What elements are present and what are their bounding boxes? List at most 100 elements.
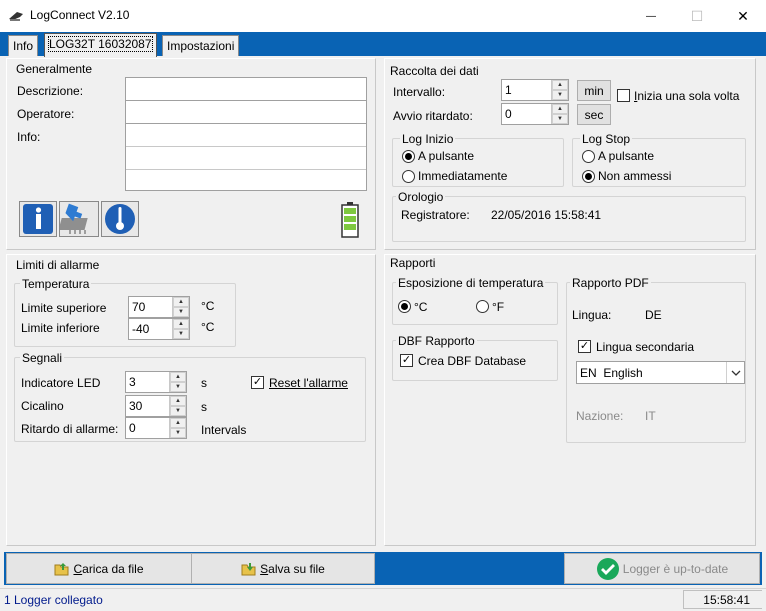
tab-bar: Info LOG32T 16032087 Impostazioni	[0, 32, 766, 57]
status-bar: 1 Logger collegato 15:58:41	[0, 588, 766, 611]
spin-down-icon[interactable]: ▼	[170, 406, 186, 416]
alarm-delay-label: Ritardo di allarme:	[21, 422, 119, 436]
log-start-immediate-radio[interactable]	[402, 170, 415, 183]
spin-up-icon[interactable]: ▲	[173, 319, 189, 329]
buzzer-stepper[interactable]: 30 ▲ ▼	[125, 395, 187, 417]
description-input[interactable]	[125, 77, 367, 101]
alarms-title: Limiti di allarme	[16, 258, 100, 272]
fahrenheit-radio[interactable]	[476, 300, 489, 313]
load-file-text: arica da file	[82, 561, 144, 576]
log-stop-title: Log Stop	[580, 132, 633, 146]
upper-limit-stepper[interactable]: 70 ▲ ▼	[128, 296, 190, 318]
tab-settings[interactable]: Impostazioni	[162, 35, 240, 56]
spin-down-icon[interactable]: ▼	[170, 382, 186, 392]
delay-stepper[interactable]: 0 ▲ ▼	[501, 103, 569, 125]
chip-download-icon	[58, 203, 88, 234]
interval-label: Intervallo:	[393, 85, 446, 99]
spin-up-icon[interactable]: ▲	[170, 418, 186, 428]
spin-down-icon[interactable]: ▼	[552, 90, 568, 100]
single-start-checkbox[interactable]	[617, 89, 630, 102]
minimize-icon: —	[646, 10, 656, 22]
dbf-title: DBF Rapporto	[396, 334, 477, 348]
log-stop-not-allowed-radio[interactable]	[582, 170, 595, 183]
temperature-group	[14, 283, 236, 347]
folder-open-icon	[54, 562, 69, 575]
chevron-down-icon[interactable]	[726, 362, 744, 383]
country-value: IT	[645, 409, 656, 423]
log-start-button-radio[interactable]	[402, 150, 415, 163]
save-file-button[interactable]: Salva su file	[191, 553, 375, 584]
interval-unit-button[interactable]: min	[577, 80, 611, 101]
logger-status-label: Logger è up-to-date	[622, 561, 729, 576]
interval-stepper[interactable]: 1 ▲ ▼	[501, 79, 569, 101]
upper-limit-label: Limite superiore	[21, 301, 107, 315]
info-button[interactable]	[19, 201, 57, 237]
spin-down-icon[interactable]: ▼	[170, 428, 186, 438]
load-file-button[interactable]: Carica da file	[6, 553, 192, 584]
clock-title: Orologio	[396, 190, 446, 204]
thermometer-button[interactable]	[101, 201, 139, 237]
reports-title: Rapporti	[390, 256, 436, 270]
log-start-title: Log Inizio	[400, 132, 456, 146]
signals-title: Segnali	[20, 351, 65, 365]
operator-input[interactable]	[125, 100, 367, 124]
buzzer-unit: s	[201, 400, 207, 414]
info-label: Info:	[17, 130, 41, 144]
secondary-language-label: Lingua secondaria	[596, 340, 695, 354]
celsius-radio[interactable]	[398, 300, 411, 313]
lower-limit-stepper[interactable]: -40 ▲ ▼	[128, 318, 190, 340]
save-file-label: Salva su file	[260, 561, 325, 576]
maximize-button[interactable]: ☐	[674, 0, 720, 32]
battery-icon	[341, 202, 359, 238]
spin-up-icon[interactable]: ▲	[170, 372, 186, 382]
spin-up-icon[interactable]: ▲	[170, 396, 186, 406]
spin-up-icon[interactable]: ▲	[552, 104, 568, 114]
thermometer-icon	[105, 204, 135, 234]
status-time-panel: 15:58:41	[683, 590, 762, 609]
reset-alarm-label: Reset l'allarme	[269, 376, 348, 390]
folder-save-icon	[241, 562, 256, 575]
celsius-label: °C	[414, 300, 428, 314]
secondary-language-checkbox[interactable]: ✓	[578, 340, 591, 353]
secondary-language-select[interactable]: EN English	[576, 361, 745, 384]
led-stepper[interactable]: 3 ▲ ▼	[125, 371, 187, 393]
window-title: LogConnect V2.10	[30, 8, 130, 22]
reset-alarm-checkbox[interactable]: ✓	[251, 376, 264, 389]
spin-up-icon[interactable]: ▲	[173, 297, 189, 307]
alarm-delay-stepper[interactable]: 0 ▲ ▼	[125, 417, 187, 439]
log-stop-button-label: A pulsante	[598, 149, 655, 163]
dbf-label: Crea DBF Database	[418, 354, 527, 368]
single-start-text: nizia una sola volta	[637, 89, 740, 103]
close-button[interactable]: ✕	[720, 0, 766, 32]
upper-limit-unit: °C	[201, 299, 215, 313]
temp-display-title: Esposizione di temperatura	[396, 276, 546, 290]
description-label: Descrizione:	[17, 84, 84, 98]
tab-logger[interactable]: LOG32T 16032087	[44, 33, 157, 57]
country-label: Nazione:	[576, 409, 624, 423]
read-logger-button[interactable]	[58, 201, 99, 237]
check-circle-icon	[596, 557, 619, 580]
logger-status-button[interactable]: Logger è up-to-date	[564, 553, 760, 584]
status-connected: 1 Logger collegato	[4, 593, 103, 607]
log-start-button-label: A pulsante	[418, 149, 475, 163]
app-logo-icon	[8, 8, 24, 22]
operator-label: Operatore:	[17, 107, 75, 121]
alarm-delay-unit: Intervals	[201, 423, 247, 437]
info-input[interactable]	[125, 123, 367, 191]
tab-info[interactable]: Info	[8, 35, 39, 56]
spin-down-icon[interactable]: ▼	[552, 114, 568, 124]
log-stop-button-radio[interactable]	[582, 150, 595, 163]
info-icon	[23, 204, 53, 234]
spin-down-icon[interactable]: ▼	[173, 329, 189, 339]
spin-up-icon[interactable]: ▲	[552, 80, 568, 90]
language-value: DE	[645, 308, 662, 322]
minimize-button[interactable]: —	[628, 0, 674, 32]
pdf-title: Rapporto PDF	[570, 276, 651, 290]
lower-limit-unit: °C	[201, 320, 215, 334]
dbf-checkbox[interactable]: ✓	[400, 354, 413, 367]
spin-down-icon[interactable]: ▼	[173, 307, 189, 317]
action-bar: Carica da file Salva su file Logger è up…	[4, 552, 762, 585]
clock-value: 22/05/2016 15:58:41	[491, 208, 602, 222]
delay-unit-button[interactable]: sec	[577, 104, 611, 125]
led-unit: s	[201, 376, 207, 390]
